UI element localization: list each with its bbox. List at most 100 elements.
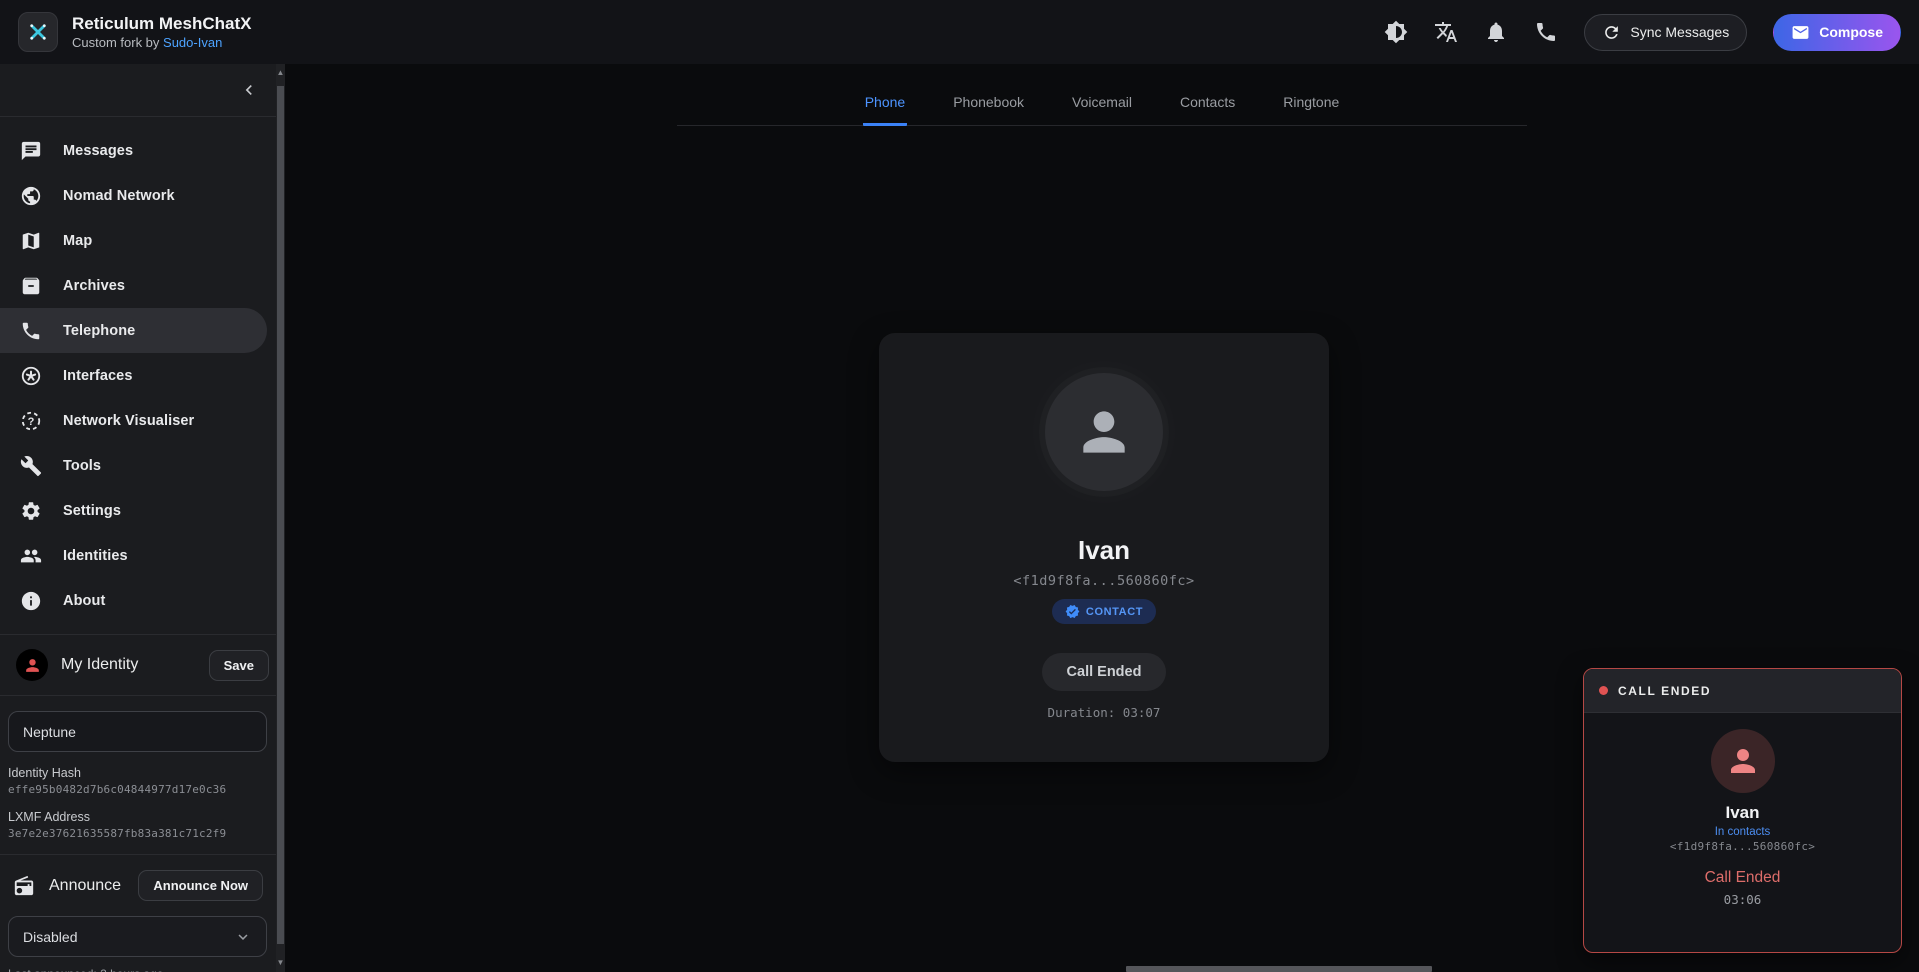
app-subtitle: Custom fork by Sudo-Ivan	[72, 35, 251, 51]
identity-name-input[interactable]	[8, 711, 267, 752]
chevron-down-icon	[234, 928, 252, 946]
telephone-icon	[20, 320, 42, 342]
sidebar-item-interfaces[interactable]: Interfaces	[0, 353, 285, 398]
svg-text:?: ?	[28, 416, 35, 428]
divider	[0, 695, 285, 696]
sync-messages-label: Sync Messages	[1630, 24, 1729, 40]
lxmf-address-label: LXMF Address	[8, 810, 285, 824]
call-duration: Duration: 03:07	[879, 705, 1329, 720]
top-header: Reticulum MeshChatX Custom fork by Sudo-…	[0, 0, 1919, 64]
chevron-left-icon	[239, 80, 259, 100]
sidebar-item-label: Interfaces	[63, 368, 133, 384]
save-button[interactable]: Save	[209, 650, 269, 681]
notification-header: CALL ENDED	[1584, 669, 1901, 713]
map-icon	[20, 230, 42, 252]
announce-title: Announce	[49, 877, 121, 895]
call-avatar-glow	[1029, 357, 1179, 507]
verified-icon	[1065, 604, 1080, 619]
globe-icon	[20, 185, 42, 207]
sidebar-item-label: Tools	[63, 458, 101, 474]
contact-badge: CONTACT	[1052, 599, 1156, 624]
sidebar-item-network-visualiser[interactable]: ? Network Visualiser	[0, 398, 285, 443]
sidebar-item-settings[interactable]: Settings	[0, 488, 285, 533]
tab-phone[interactable]: Phone	[863, 86, 907, 126]
app-window: Reticulum MeshChatX Custom fork by Sudo-…	[0, 0, 1919, 972]
sidebar-item-identities[interactable]: Identities	[0, 533, 285, 578]
scroll-down-arrow-icon[interactable]: ▼	[276, 958, 285, 967]
identity-hash-label: Identity Hash	[8, 766, 285, 780]
refresh-icon	[1602, 23, 1621, 42]
identity-hash-value: effe95b0482d7b6c04844977d17e0c36	[8, 783, 285, 796]
sync-messages-button[interactable]: Sync Messages	[1584, 14, 1747, 51]
collapse-sidebar-button[interactable]	[239, 80, 259, 100]
header-actions: Sync Messages Compose	[1384, 14, 1901, 51]
notification-contact-hash: <f1d9f8fa...560860fc>	[1584, 840, 1901, 853]
call-status-pill: Call Ended	[1042, 653, 1167, 691]
sidebar-item-label: Settings	[63, 503, 121, 519]
in-contacts-link[interactable]: In contacts	[1584, 826, 1901, 838]
tab-ringtone[interactable]: Ringtone	[1281, 86, 1341, 126]
call-ended-notification[interactable]: CALL ENDED Ivan In contacts <f1d9f8fa...…	[1583, 668, 1902, 953]
sidebar-item-tools[interactable]: Tools	[0, 443, 285, 488]
sidebar-item-messages[interactable]: Messages	[0, 128, 285, 173]
wrench-icon	[20, 455, 42, 477]
main-content: Phone Phonebook Voicemail Contacts Ringt…	[285, 64, 1919, 972]
author-link[interactable]: Sudo-Ivan	[163, 35, 222, 50]
notification-duration: 03:06	[1584, 892, 1901, 907]
notification-status: Call Ended	[1584, 869, 1901, 887]
my-identity-title: My Identity	[61, 656, 138, 674]
sidebar-item-telephone[interactable]: Telephone	[0, 308, 267, 353]
mail-icon	[1791, 23, 1810, 42]
sidebar: Messages Nomad Network Map Archives Tele…	[0, 64, 285, 972]
last-announced-text: Last announced: 2 hours ago	[8, 967, 285, 972]
sidebar-item-label: Telephone	[63, 323, 135, 339]
sidebar-item-label: Nomad Network	[63, 188, 175, 204]
sidebar-item-label: Network Visualiser	[63, 413, 194, 429]
announce-now-button[interactable]: Announce Now	[138, 870, 263, 901]
translate-icon[interactable]	[1434, 20, 1458, 44]
sidebar-item-nomad-network[interactable]: Nomad Network	[0, 173, 285, 218]
theme-contrast-icon[interactable]	[1384, 20, 1408, 44]
sidebar-item-label: About	[63, 593, 105, 609]
compose-button[interactable]: Compose	[1773, 14, 1901, 51]
scroll-up-arrow-icon[interactable]: ▲	[276, 68, 285, 77]
app-logo	[18, 12, 58, 52]
sidebar-item-label: Archives	[63, 278, 125, 294]
tab-phonebook[interactable]: Phonebook	[951, 86, 1026, 126]
tab-voicemail[interactable]: Voicemail	[1070, 86, 1134, 126]
sidebar-item-map[interactable]: Map	[0, 218, 285, 263]
sidebar-scrollbar-thumb[interactable]	[277, 86, 284, 944]
gear-icon	[20, 500, 42, 522]
sidebar-item-about[interactable]: About	[0, 578, 285, 623]
call-contact-hash: <f1d9f8fa...560860fc>	[879, 573, 1329, 589]
identity-avatar	[16, 649, 48, 681]
announce-interval-value: Disabled	[23, 929, 77, 945]
sidebar-item-label: Map	[63, 233, 92, 249]
call-contact-name: Ivan	[879, 535, 1329, 566]
announce-interval-select[interactable]: Disabled	[8, 916, 267, 957]
lxmf-address-value: 3e7e2e37621635587fb83a381c71c2f9	[8, 827, 285, 840]
notifications-bell-icon[interactable]	[1484, 20, 1508, 44]
sidebar-item-label: Identities	[63, 548, 128, 564]
mesh-x-icon	[25, 19, 51, 45]
telephone-tabbar: Phone Phonebook Voicemail Contacts Ringt…	[677, 86, 1527, 126]
sidebar-scrollbar[interactable]: ▲ ▼	[276, 64, 285, 972]
person-icon	[1073, 401, 1135, 463]
call-avatar	[1045, 373, 1163, 491]
person-icon	[1725, 743, 1761, 779]
horizontal-scrollbar-thumb[interactable]	[1126, 966, 1432, 972]
sidebar-item-archives[interactable]: Archives	[0, 263, 285, 308]
red-dot-icon	[1599, 686, 1608, 695]
notification-avatar	[1711, 729, 1775, 793]
my-identity-row: My Identity Save	[0, 635, 285, 695]
phone-icon[interactable]	[1534, 20, 1558, 44]
app-title: Reticulum MeshChatX	[72, 13, 251, 34]
compose-label: Compose	[1819, 24, 1883, 40]
sidebar-item-label: Messages	[63, 143, 133, 159]
contact-badge-label: CONTACT	[1086, 606, 1143, 618]
hub-icon	[20, 365, 42, 387]
sidebar-collapse-row	[0, 64, 285, 116]
announce-row: Announce Announce Now	[0, 855, 285, 916]
title-block: Reticulum MeshChatX Custom fork by Sudo-…	[72, 13, 251, 51]
tab-contacts[interactable]: Contacts	[1178, 86, 1237, 126]
